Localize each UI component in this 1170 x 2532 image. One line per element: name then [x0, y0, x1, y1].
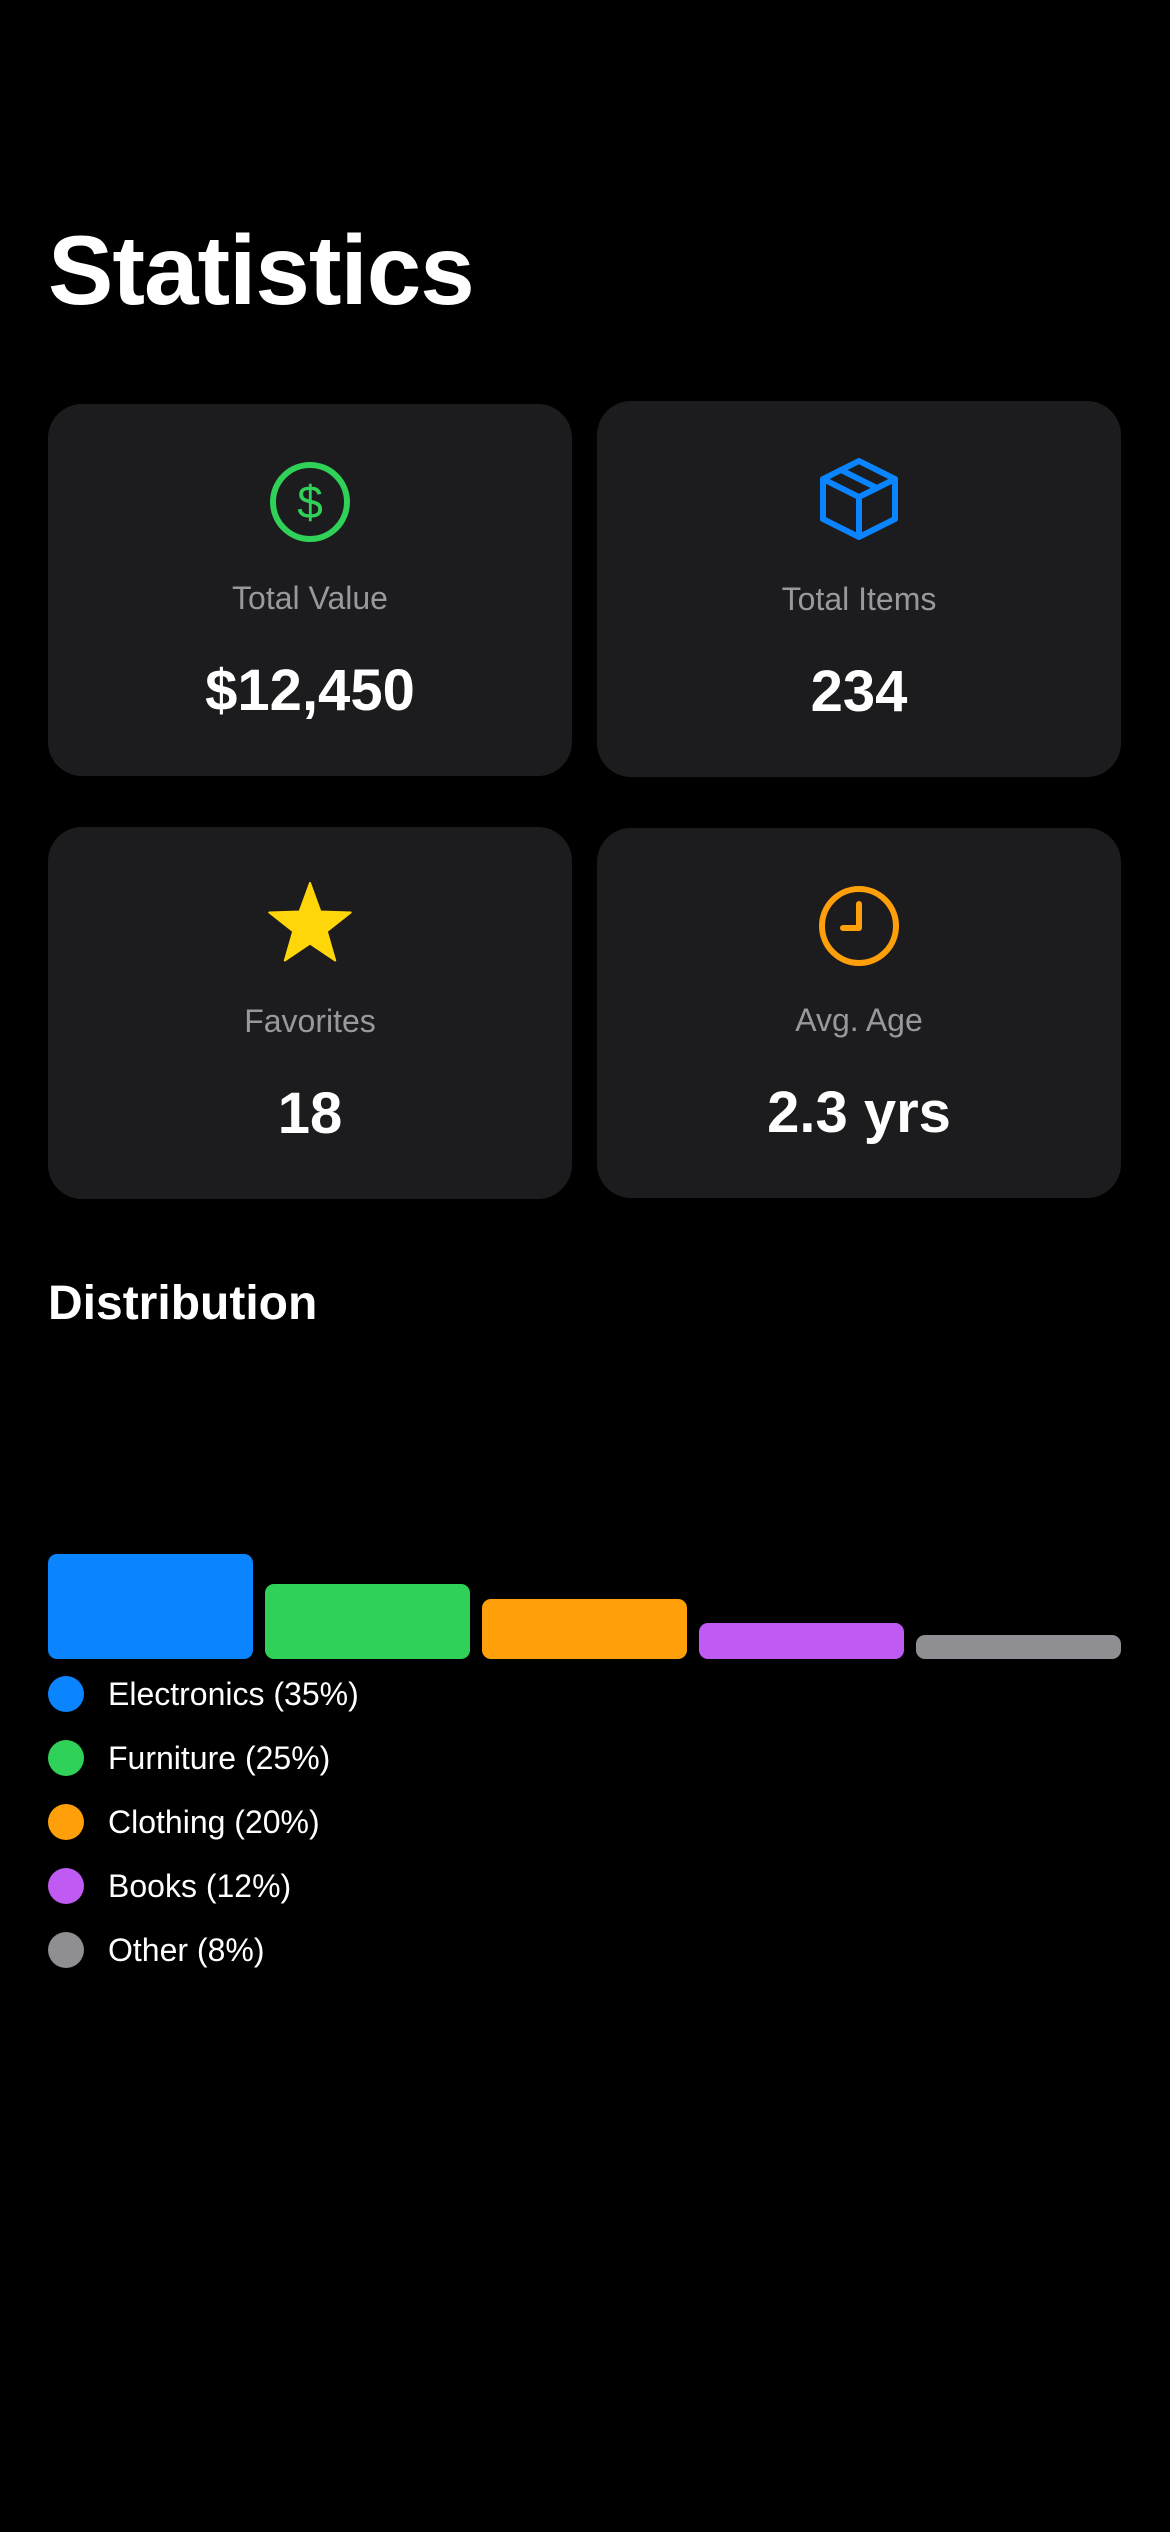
- bar-electronics: [48, 1554, 253, 1659]
- distribution-chart: [48, 1554, 1121, 1659]
- total-value-label: Total Value: [232, 580, 388, 616]
- legend-label-books: Books (12%): [108, 1868, 292, 1904]
- dollar-circle-icon: $: [266, 458, 354, 546]
- legend-label-other: Other (8%): [108, 1932, 265, 1968]
- total-value-value: $12,450: [205, 658, 415, 723]
- legend-label-electronics: Electronics (35%): [108, 1676, 359, 1712]
- clock-icon: [815, 882, 903, 970]
- legend-item-other: Other (8%): [48, 1918, 948, 1982]
- avg-age-label: Avg. Age: [795, 1002, 923, 1038]
- total-items-card[interactable]: Total Items 234: [597, 401, 1121, 777]
- total-items-value: 234: [810, 659, 908, 724]
- legend-dot-furniture: [48, 1740, 84, 1776]
- total-items-label: Total Items: [781, 581, 937, 617]
- box-icon: [815, 455, 903, 543]
- legend-item-books: Books (12%): [48, 1854, 948, 1918]
- legend-label-furniture: Furniture (25%): [108, 1740, 331, 1776]
- legend-dot-electronics: [48, 1676, 84, 1712]
- bar-books: [699, 1623, 904, 1659]
- star-icon: [266, 881, 354, 969]
- legend-item-electronics: Electronics (35%): [48, 1662, 948, 1726]
- distribution-legend: Electronics (35%) Furniture (25%) Clothi…: [48, 1662, 948, 1982]
- legend-dot-clothing: [48, 1804, 84, 1840]
- legend-item-clothing: Clothing (20%): [48, 1790, 948, 1854]
- distribution-title: Distribution: [48, 1277, 318, 1330]
- favorites-label: Favorites: [244, 1003, 376, 1039]
- legend-dot-books: [48, 1868, 84, 1904]
- bar-other: [916, 1635, 1121, 1659]
- svg-text:$: $: [297, 476, 323, 528]
- legend-label-clothing: Clothing (20%): [108, 1804, 320, 1840]
- page-title: Statistics: [48, 215, 475, 325]
- favorites-card[interactable]: Favorites 18: [48, 827, 572, 1199]
- avg-age-value: 2.3 yrs: [767, 1080, 951, 1145]
- legend-item-furniture: Furniture (25%): [48, 1726, 948, 1790]
- favorites-value: 18: [277, 1081, 343, 1146]
- bar-clothing: [482, 1599, 687, 1659]
- total-value-card[interactable]: $ Total Value $12,450: [48, 404, 572, 776]
- legend-dot-other: [48, 1932, 84, 1968]
- bar-furniture: [265, 1584, 470, 1659]
- avg-age-card[interactable]: Avg. Age 2.3 yrs: [597, 828, 1121, 1198]
